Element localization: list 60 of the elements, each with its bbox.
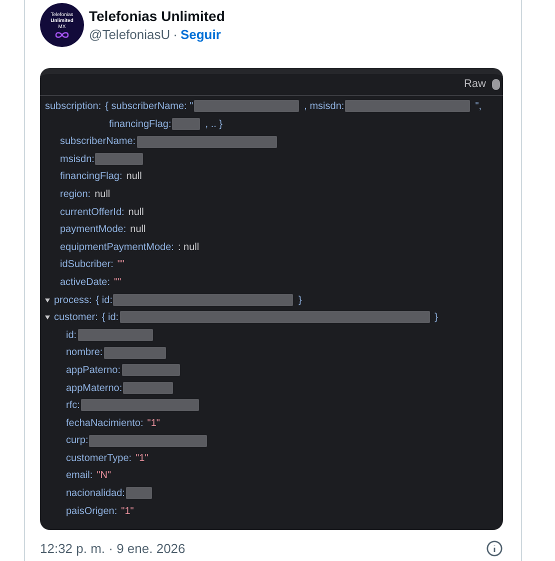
property-key: appMaterno: — [66, 382, 122, 394]
property-value: , msisdn: — [304, 101, 344, 112]
property-value: financingFlag: — [109, 118, 172, 130]
property-value: "N" — [96, 470, 112, 482]
property-value: "" — [117, 259, 124, 270]
property-key: customer: — [54, 312, 98, 324]
property-key: financingFlag: — [60, 171, 122, 182]
property-key: msisdn: — [60, 154, 94, 165]
raw-label: Raw — [464, 77, 486, 92]
property-value: : null — [178, 242, 200, 253]
property-key: subscriberName: — [60, 136, 136, 148]
property-value: null — [128, 206, 144, 218]
property-key: paymentMode: — [60, 224, 126, 236]
property-value: null — [126, 171, 142, 182]
info-icon[interactable] — [486, 540, 503, 558]
redaction-block — [122, 364, 180, 376]
infinity-icon — [54, 30, 70, 38]
property-value: , .. } — [205, 118, 222, 130]
property-value: { id: — [96, 294, 112, 306]
property-key: email: — [66, 470, 93, 482]
property-key: equipmentPaymentMode: — [60, 242, 174, 253]
expanded-triangle-icon[interactable] — [45, 298, 50, 303]
property-value: ", — [475, 101, 482, 112]
property-value: } — [434, 312, 438, 324]
property-key: nacionalidad: — [66, 488, 125, 500]
property-value: "1" — [136, 452, 148, 464]
property-key: id: — [66, 330, 77, 341]
property-key: paisOrigen: — [66, 506, 118, 517]
author-handle[interactable]: @TelefoniasU — [89, 26, 170, 44]
property-key: idSubcriber: — [60, 259, 114, 270]
property-key: region: — [60, 188, 91, 200]
property-key: fechaNacimiento: — [66, 418, 144, 429]
toggle-knob-icon[interactable] — [492, 79, 500, 90]
property-key: activeDate: — [60, 276, 110, 288]
property-value: "1" — [121, 506, 134, 517]
property-key: nombre: — [66, 347, 103, 358]
follow-link[interactable]: Seguir — [180, 26, 221, 44]
property-value: null — [94, 188, 110, 200]
timestamp[interactable]: 12:32 p. m. · 9 ene. 2026 — [40, 539, 186, 558]
expanded-triangle-icon[interactable] — [45, 315, 50, 320]
redaction-block — [126, 487, 152, 500]
property-value: } — [298, 294, 302, 306]
property-value: "" — [114, 276, 122, 288]
property-key: rfc: — [66, 400, 80, 412]
property-value: { id: — [102, 312, 119, 324]
redaction-block — [172, 118, 200, 130]
redaction-block — [104, 346, 166, 359]
redaction-block — [123, 382, 174, 394]
property-value: null — [130, 224, 146, 236]
property-value: "1" — [147, 418, 160, 429]
property-key: currentOfferId: — [60, 206, 124, 218]
property-key: curp: — [66, 435, 88, 446]
property-value: { subscriberName: " — [105, 101, 194, 112]
property-key: customerType: — [66, 452, 132, 464]
author-name[interactable]: Telefonias Unlimited — [89, 6, 225, 26]
property-key: appPaterno: — [66, 364, 120, 376]
separator-dot: · — [173, 26, 178, 44]
redaction-block — [95, 153, 144, 166]
property-key: subscription: — [45, 101, 102, 112]
property-key: process: — [54, 294, 92, 306]
